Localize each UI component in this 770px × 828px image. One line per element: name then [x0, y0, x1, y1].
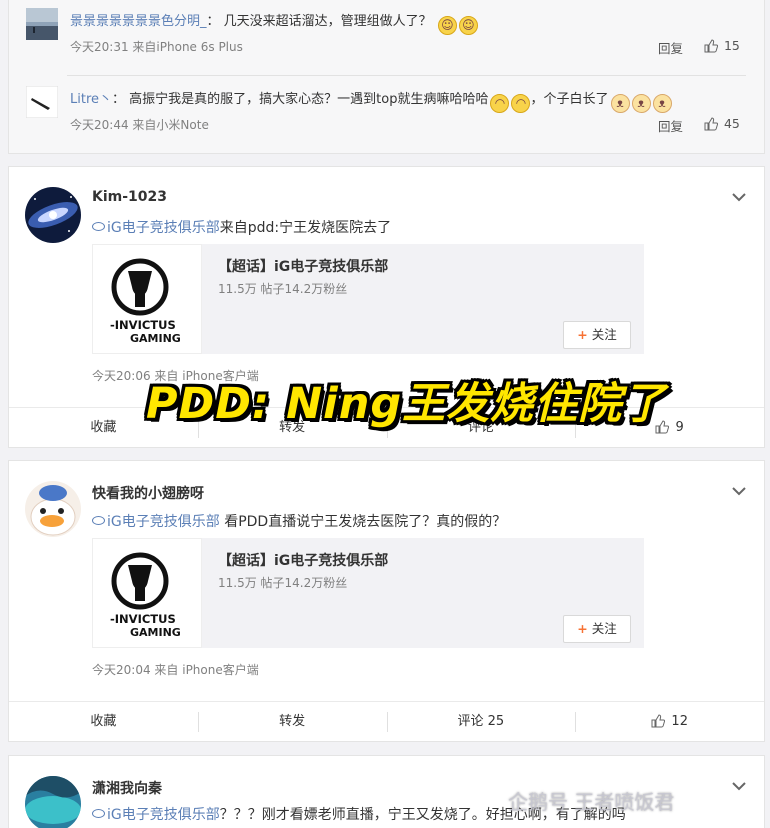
share-title: 【超话】iG电子竞技俱乐部 — [218, 259, 389, 275]
commenter-name[interactable]: 景景景景景景景色分明_ — [70, 14, 207, 29]
post-body: 看PDD直播说宁王发烧去医院了？真的假的？ — [219, 514, 507, 530]
overlay-caption: PDD: Ning王发烧住院了 — [146, 379, 667, 429]
cat-emoji-icon: ᴥ — [652, 94, 672, 113]
ig-logo: -INVICTUS GAMING — [92, 244, 202, 354]
svg-text:-INVICTUS: -INVICTUS — [110, 612, 176, 626]
supertopic-share-card[interactable]: -INVICTUS GAMING 【超话】iG电子竞技俱乐部 11.5万 帖子1… — [92, 244, 644, 354]
watermark: 企鹅号 王者喷饭君 — [508, 790, 675, 814]
favorite-button[interactable]: 收藏 — [9, 702, 198, 741]
comment-time: 今天20:31 — [70, 40, 129, 54]
comment-text-after: ，个子白长了 — [530, 92, 609, 107]
thumbs-up-icon — [704, 117, 718, 131]
comments-card: 景景景景景景景色分明_： 几天没来超话溜达，管理组做人了？ ☺ ☺ 今天20:31… — [8, 0, 765, 154]
user-name[interactable]: 潇湘我向秦 — [92, 778, 162, 798]
post-time: 今天20:04 — [92, 663, 151, 677]
comment-line: 景景景景景景景色分明_： 几天没来超话溜达，管理组做人了？ ☺ ☺ — [70, 10, 478, 35]
user-avatar[interactable] — [25, 776, 81, 828]
supertopic-link[interactable]: iG电子竞技俱乐部 — [107, 807, 220, 823]
laugh-cry-emoji-icon: ☺ — [437, 16, 457, 35]
share-title: 【超话】iG电子竞技俱乐部 — [218, 553, 389, 569]
post-actions: 收藏 转发 评论 25 12 — [9, 701, 764, 741]
divider — [67, 75, 746, 76]
user-name[interactable]: Kim-1023 — [92, 189, 167, 205]
reply-button[interactable]: 回复 — [658, 116, 683, 135]
commenter-avatar[interactable] — [26, 8, 58, 40]
smirk-emoji-icon: ◠ — [511, 94, 531, 113]
supertopic-link[interactable]: iG电子竞技俱乐部 — [107, 514, 220, 530]
comment-meta: 今天20:44 来自小米Note — [70, 116, 209, 133]
follow-button[interactable]: + 关注 — [563, 615, 631, 643]
post-body: 来自pdd:宁王发烧医院去了 — [219, 220, 392, 236]
post-meta: 今天20:04 来自 iPhone客户端 — [92, 661, 259, 678]
svg-text:-INVICTUS: -INVICTUS — [110, 318, 176, 332]
post-card: 快看我的小翅膀呀 iG电子竞技俱乐部 看PDD直播说宁王发烧去医院了？真的假的？… — [8, 460, 765, 742]
comment-meta: 今天20:31 来自iPhone 6s Plus — [70, 38, 243, 55]
user-name[interactable]: 快看我的小翅膀呀 — [92, 483, 204, 503]
comment-text: 高振宁我是真的服了，搞大家心态？一遇到top就生病嘛哈哈哈 — [129, 92, 489, 107]
comment-line: Litre丶： 高振宁我是真的服了，搞大家心态？一遇到top就生病嘛哈哈哈 ◠ ◠，… — [70, 88, 672, 113]
follow-label: 关注 — [591, 327, 617, 342]
post-text: iG电子竞技俱乐部 看PDD直播说宁王发烧去医院了？真的假的？ — [92, 511, 506, 531]
comment-source: 来自iPhone 6s Plus — [132, 40, 243, 54]
comment-source: 来自小米Note — [132, 118, 209, 132]
thumbs-up-icon — [651, 714, 666, 728]
thumbs-up-icon — [704, 39, 718, 53]
share-stats: 11.5万 帖子14.2万粉丝 — [218, 282, 348, 296]
follow-label: 关注 — [591, 621, 617, 636]
share-stats: 11.5万 帖子14.2万粉丝 — [218, 576, 348, 590]
plus-icon: + — [577, 621, 588, 636]
chevron-down-icon[interactable] — [732, 481, 746, 500]
like-count: 15 — [723, 38, 740, 53]
supertopic-share-card[interactable]: -INVICTUS GAMING 【超话】iG电子竞技俱乐部 11.5万 帖子1… — [92, 538, 644, 648]
like-count: 12 — [671, 714, 688, 729]
comment-sep: ： — [112, 92, 126, 107]
reply-button[interactable]: 回复 — [658, 38, 683, 57]
comment-text: 几天没来超话溜达，管理组做人了？ — [223, 14, 432, 29]
like-count: 45 — [723, 116, 740, 131]
comment-sep: ： — [206, 14, 220, 29]
smirk-emoji-icon: ◠ — [490, 94, 510, 113]
like-button[interactable]: 12 — [575, 702, 764, 741]
supertopic-link[interactable]: iG电子竞技俱乐部 — [107, 220, 220, 236]
user-avatar[interactable] — [25, 187, 81, 243]
repost-button[interactable]: 转发 — [197, 702, 387, 741]
plus-icon: + — [577, 327, 588, 342]
chevron-down-icon[interactable] — [732, 187, 746, 206]
svg-text:GAMING: GAMING — [130, 332, 181, 345]
supertopic-icon — [92, 222, 105, 231]
commenter-name[interactable]: Litre丶 — [70, 92, 112, 107]
like-button[interactable]: 15 — [704, 38, 740, 53]
supertopic-icon — [92, 809, 105, 818]
chevron-down-icon[interactable] — [732, 776, 746, 795]
svg-text:GAMING: GAMING — [130, 626, 181, 639]
laugh-cry-emoji-icon: ☺ — [458, 16, 478, 35]
like-count: 9 — [675, 420, 684, 435]
comment-button[interactable]: 评论 25 — [386, 702, 576, 741]
ig-logo: -INVICTUS GAMING — [92, 538, 202, 648]
supertopic-icon — [92, 516, 105, 525]
post-text: iG电子竞技俱乐部来自pdd:宁王发烧医院去了 — [92, 217, 391, 237]
user-avatar[interactable] — [25, 481, 81, 537]
cat-emoji-icon: ᴥ — [631, 94, 651, 113]
commenter-avatar[interactable] — [25, 85, 59, 119]
comment-time: 今天20:44 — [70, 118, 129, 132]
follow-button[interactable]: + 关注 — [563, 321, 631, 349]
post-time: 今天20:06 — [92, 369, 151, 383]
cat-emoji-icon: ᴥ — [610, 94, 630, 113]
post-source: 来自 iPhone客户端 — [154, 663, 259, 677]
like-button[interactable]: 45 — [704, 116, 740, 131]
